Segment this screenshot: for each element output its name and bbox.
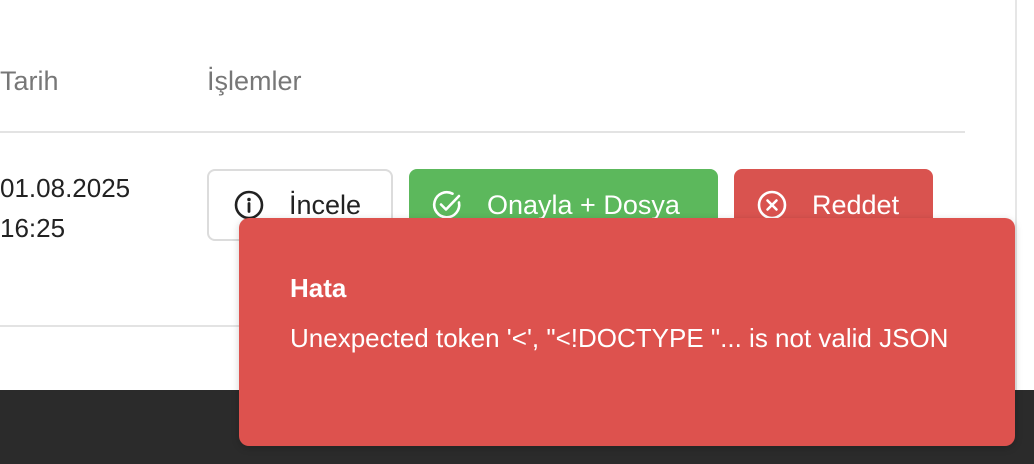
date-text: 01.08.2025 bbox=[0, 173, 131, 203]
table-cell-date: 01.08.2025 16:25 bbox=[0, 168, 130, 248]
toast-title: Hata bbox=[290, 273, 347, 303]
row-divider bbox=[0, 325, 245, 327]
page: Tarih İşlemler 01.08.2025 16:25 İncele O… bbox=[0, 0, 1034, 464]
card-border bbox=[1015, 0, 1017, 390]
column-header-actions: İşlemler bbox=[207, 66, 302, 96]
reject-button-label: Reddet bbox=[812, 189, 900, 220]
check-circle-icon bbox=[431, 189, 463, 221]
time-text: 16:25 bbox=[0, 213, 66, 243]
header-divider bbox=[0, 131, 965, 133]
error-toast[interactable]: Hata Unexpected token '<', "<!DOCTYPE ".… bbox=[239, 218, 1015, 446]
x-circle-icon bbox=[756, 189, 788, 221]
column-header-date: Tarih bbox=[0, 66, 59, 96]
approve-button-label: Onayla + Dosya bbox=[487, 189, 680, 220]
toast-message: Unexpected token '<', "<!DOCTYPE "... is… bbox=[290, 323, 949, 353]
info-circle-icon bbox=[233, 189, 265, 221]
inspect-button-label: İncele bbox=[289, 189, 362, 220]
